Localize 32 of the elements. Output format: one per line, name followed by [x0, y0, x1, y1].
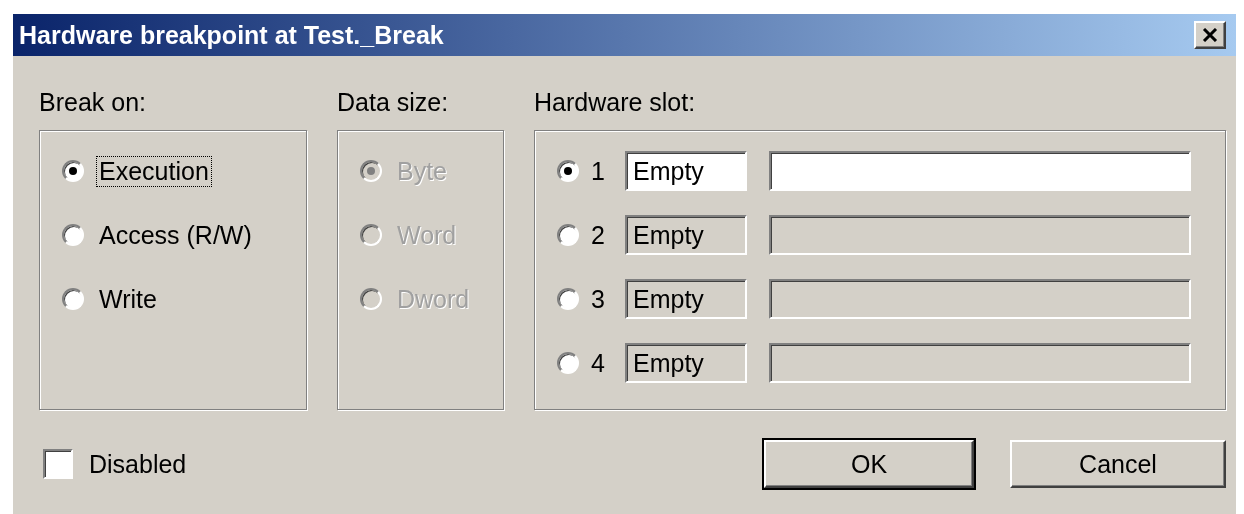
- slot-number: 1: [591, 156, 606, 186]
- dialog-button[interactable]: Cancel: [1010, 440, 1226, 488]
- group-label: Data size:: [337, 87, 450, 118]
- radio-button[interactable]: [62, 288, 84, 310]
- slot-status-field: Empty: [625, 279, 747, 319]
- radio-button[interactable]: [62, 160, 84, 182]
- slot-number: 2: [591, 220, 606, 250]
- close-icon: [1202, 28, 1218, 42]
- checkbox[interactable]: [43, 449, 73, 479]
- slot-number: 3: [591, 284, 606, 314]
- slot-status-field: Empty: [625, 151, 747, 191]
- window-title: Hardware breakpoint at Test._Break: [19, 20, 444, 50]
- slot-address-field[interactable]: [769, 151, 1191, 191]
- slot-address-field[interactable]: [769, 215, 1191, 255]
- dialog-button[interactable]: OK: [764, 440, 974, 488]
- radio-button[interactable]: [557, 352, 579, 374]
- slot-address-field[interactable]: [769, 343, 1191, 383]
- slot-address-field[interactable]: [769, 279, 1191, 319]
- slot-status-field: Empty: [625, 215, 747, 255]
- radio-button[interactable]: [557, 224, 579, 246]
- option-label: Write: [98, 283, 158, 315]
- checkbox-label: Disabled: [89, 449, 187, 479]
- radio-button[interactable]: [557, 160, 579, 182]
- group-label: Break on:: [39, 87, 147, 118]
- close-button[interactable]: [1194, 21, 1226, 49]
- slot-number: 4: [591, 348, 606, 378]
- radio-button[interactable]: [62, 224, 84, 246]
- group-label: Hardware slot:: [534, 87, 697, 118]
- option-label: Access (R/W): [98, 219, 253, 251]
- radio-button[interactable]: [557, 288, 579, 310]
- option-label: Execution: [96, 155, 212, 187]
- slot-status-field: Empty: [625, 343, 747, 383]
